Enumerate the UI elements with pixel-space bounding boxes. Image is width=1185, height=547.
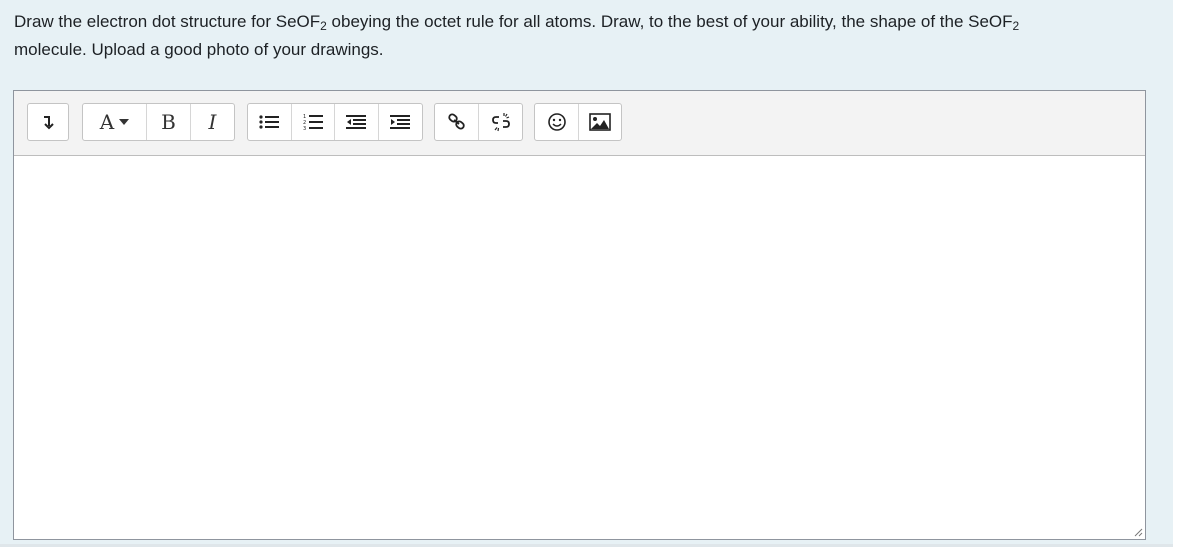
- rich-text-editor: A B I 1 2 3: [13, 90, 1146, 540]
- question-panel: Draw the electron dot structure for SeOF…: [0, 0, 1173, 547]
- svg-text:3: 3: [303, 126, 306, 131]
- ordered-list-icon: 1 2 3: [303, 114, 323, 131]
- collapse-arrow-icon: [44, 116, 54, 130]
- paragraph-style-button[interactable]: A: [83, 104, 147, 140]
- unordered-list-button[interactable]: [248, 104, 292, 140]
- link-icon: [447, 113, 465, 130]
- link-button[interactable]: [435, 104, 479, 140]
- question-text-part3: molecule. Upload a good photo of your dr…: [14, 40, 384, 59]
- toolbar-group-lists: 1 2 3: [247, 103, 423, 141]
- question-text-part1: Draw the electron dot structure for SeOF: [14, 12, 321, 31]
- bold-button[interactable]: B: [147, 104, 191, 140]
- indent-icon: [390, 115, 411, 129]
- resize-handle-icon[interactable]: [1133, 527, 1143, 537]
- image-icon: [589, 113, 611, 131]
- indent-button[interactable]: [379, 104, 422, 140]
- editor-content-area[interactable]: [14, 156, 1145, 539]
- italic-icon: I: [208, 110, 217, 134]
- unlink-button[interactable]: [479, 104, 522, 140]
- emoticon-button[interactable]: [535, 104, 579, 140]
- unlink-icon: [491, 113, 510, 132]
- subscript-2: 2: [1012, 19, 1020, 33]
- toolbar-group-links: [434, 103, 523, 141]
- bold-icon: B: [161, 110, 176, 134]
- toolbar-group-style: A B I: [82, 103, 235, 141]
- paragraph-style-icon: A: [99, 110, 115, 134]
- subscript-1: 2: [320, 19, 327, 33]
- italic-button[interactable]: I: [191, 104, 234, 140]
- outdent-button[interactable]: [335, 104, 379, 140]
- toolbar-group-collapse: [27, 103, 69, 141]
- unordered-list-icon: [259, 115, 280, 129]
- chevron-down-icon: [119, 119, 130, 125]
- collapse-button[interactable]: [28, 104, 68, 140]
- question-text: Draw the electron dot structure for SeOF…: [14, 8, 1164, 64]
- image-button[interactable]: [579, 104, 621, 140]
- outdent-icon: [346, 115, 367, 129]
- ordered-list-button[interactable]: 1 2 3: [292, 104, 335, 140]
- emoticon-icon: [547, 113, 566, 131]
- question-text-part2: obeying the octet rule for all atoms. Dr…: [326, 12, 1013, 31]
- editor-toolbar: A B I 1 2 3: [14, 91, 1145, 156]
- toolbar-group-media: [534, 103, 622, 141]
